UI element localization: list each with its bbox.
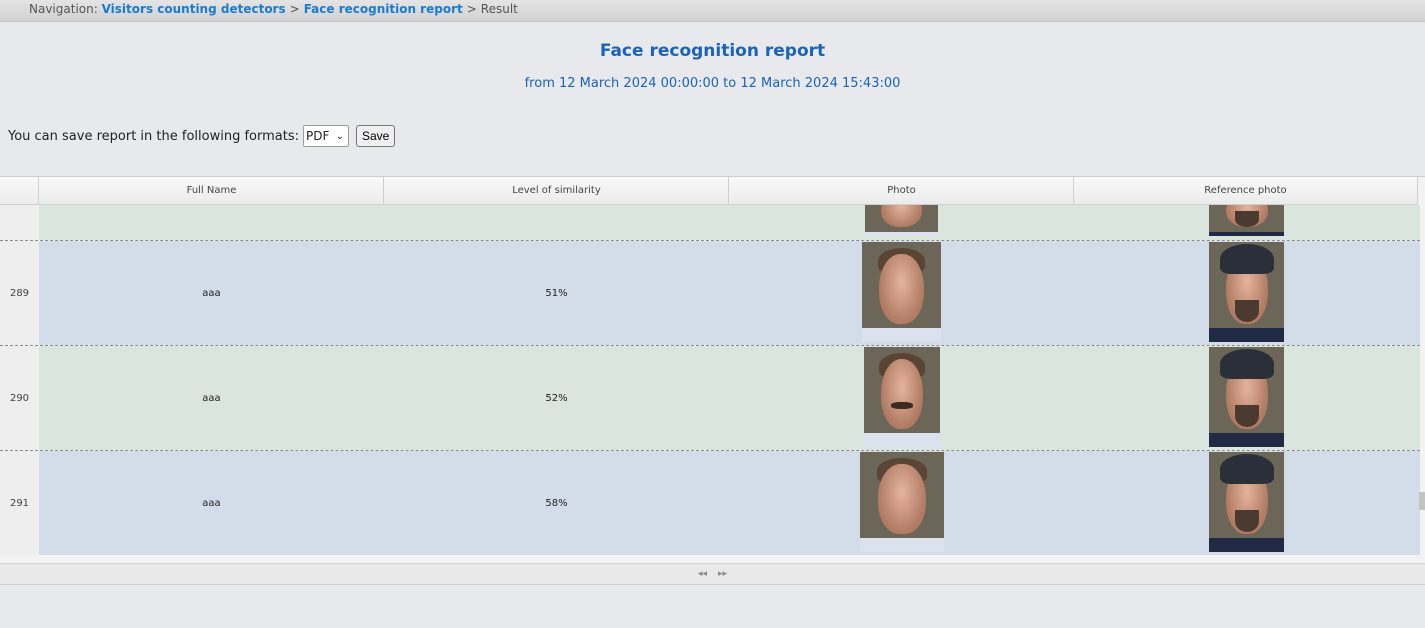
table-row[interactable]: 290 aaa 52%: [0, 346, 1420, 451]
grid-pager: ◂◂ ▸▸: [0, 563, 1425, 584]
header-reference-photo[interactable]: Reference photo: [1073, 177, 1418, 204]
save-button[interactable]: Save: [355, 125, 396, 147]
header-similarity[interactable]: Level of similarity: [383, 177, 729, 204]
reference-photo-image: [1209, 205, 1284, 236]
grid-body[interactable]: 289 aaa 51% 290 aaa 52% 291 aaa 58%: [0, 205, 1425, 555]
table-row[interactable]: 289 aaa 51%: [0, 241, 1420, 346]
header-row-number: [0, 177, 39, 204]
report-period: from 12 March 2024 00:00:00 to 12 March …: [524, 76, 901, 91]
similarity-cell: 58%: [545, 497, 568, 509]
row-number: 290: [0, 346, 39, 450]
photo-image: [864, 347, 940, 447]
breadcrumb-link-face-report[interactable]: Face recognition report: [304, 2, 463, 16]
header-photo[interactable]: Photo: [728, 177, 1074, 204]
page-title: Face recognition report: [599, 41, 826, 61]
row-number: 289: [0, 241, 39, 345]
photo-image: [862, 242, 941, 342]
save-format-label: You can save report in the following for…: [8, 128, 299, 144]
table-row[interactable]: [0, 205, 1420, 241]
header-full-name[interactable]: Full Name: [38, 177, 384, 204]
next-page-icon[interactable]: ▸▸: [714, 569, 731, 579]
breadcrumb-prefix: Navigation:: [29, 2, 98, 16]
prev-page-icon[interactable]: ◂◂: [694, 569, 711, 579]
similarity-cell: 51%: [545, 287, 568, 299]
breadcrumb-separator: >: [466, 2, 477, 16]
breadcrumb-current: Result: [480, 2, 518, 16]
format-select[interactable]: PDF ⌄: [302, 125, 349, 147]
full-name-cell: aaa: [202, 287, 221, 299]
breadcrumb: Navigation: Visitors counting detectors >…: [0, 0, 1425, 22]
reference-photo-image: [1209, 452, 1284, 552]
table-row[interactable]: 291 aaa 58%: [0, 451, 1420, 555]
chevron-down-icon: ⌄: [335, 131, 344, 142]
save-report-bar: You can save report in the following for…: [8, 125, 396, 147]
reference-photo-image: [1209, 347, 1284, 447]
breadcrumb-link-visitors-detectors[interactable]: Visitors counting detectors: [102, 2, 286, 16]
vertical-scrollbar[interactable]: [1419, 492, 1425, 510]
row-number: 291: [0, 451, 39, 555]
photo-image: [865, 205, 938, 236]
similarity-cell: 52%: [545, 392, 568, 404]
full-name-cell: aaa: [202, 392, 221, 404]
breadcrumb-separator: >: [289, 2, 300, 16]
reference-photo-image: [1209, 242, 1284, 342]
full-name-cell: aaa: [202, 497, 221, 509]
photo-image: [860, 452, 944, 552]
row-number: [0, 205, 39, 240]
format-select-value: PDF: [305, 129, 330, 143]
grid-header: Full Name Level of similarity Photo Refe…: [0, 177, 1418, 205]
report-grid: Full Name Level of similarity Photo Refe…: [0, 176, 1425, 585]
